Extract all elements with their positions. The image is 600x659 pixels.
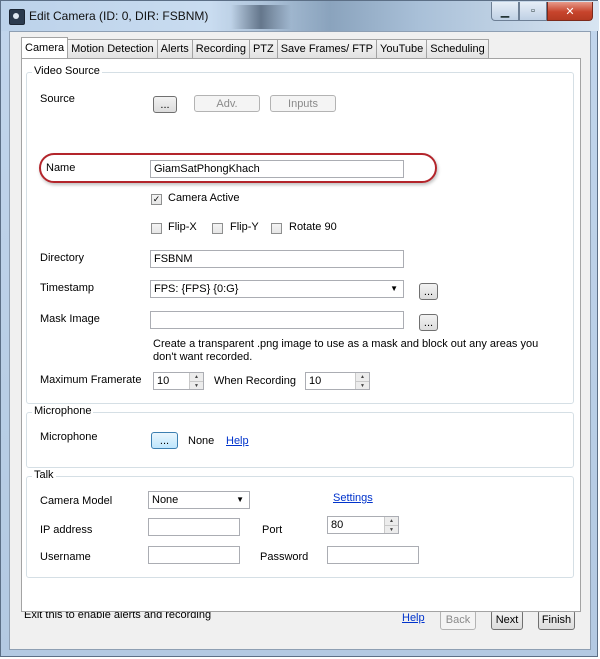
- talk-legend: Talk: [32, 469, 56, 481]
- max-framerate-spin[interactable]: ▲ ▼: [189, 373, 203, 389]
- port-spin[interactable]: ▲ ▼: [384, 517, 398, 533]
- max-framerate-label: Maximum Framerate: [40, 374, 142, 386]
- chevron-down-icon: ▼: [390, 284, 398, 293]
- name-input[interactable]: GiamSatPhongKhach: [150, 160, 404, 178]
- back-button[interactable]: Back: [440, 610, 476, 630]
- spin-up-icon[interactable]: ▲: [385, 517, 398, 526]
- name-label: Name: [46, 162, 76, 174]
- tab-camera[interactable]: Camera: [21, 37, 69, 58]
- next-button[interactable]: Next: [491, 610, 523, 630]
- spin-down-icon[interactable]: ▼: [190, 382, 203, 390]
- tab-scheduling[interactable]: Scheduling: [426, 39, 489, 58]
- close-button[interactable]: ✕: [547, 2, 593, 21]
- max-framerate-value: 10: [157, 375, 170, 387]
- tab-motion-detection[interactable]: Motion Detection: [67, 39, 158, 58]
- microphone-help-link[interactable]: Help: [226, 435, 249, 447]
- spin-up-icon[interactable]: ▲: [356, 373, 369, 382]
- dialog-client: Camera Motion Detection Alerts Recording…: [9, 31, 591, 650]
- camera-tab-panel: Video Source Source ... Adv. Inputs Name…: [21, 58, 581, 612]
- camera-model-value: None: [152, 494, 179, 506]
- password-input[interactable]: [327, 546, 419, 564]
- port-value: 80: [331, 519, 344, 531]
- max-framerate-stepper[interactable]: 10 ▲ ▼: [153, 372, 204, 390]
- maximize-button[interactable]: ▫: [519, 2, 547, 21]
- microphone-value: None: [188, 435, 215, 447]
- when-recording-stepper[interactable]: 10 ▲ ▼: [305, 372, 370, 390]
- port-label: Port: [262, 524, 283, 536]
- microphone-legend: Microphone: [32, 405, 94, 417]
- when-recording-spin[interactable]: ▲ ▼: [355, 373, 369, 389]
- timestamp-label: Timestamp: [40, 282, 94, 294]
- camera-active-checkbox[interactable]: ✓: [151, 194, 162, 205]
- tab-strip: Camera Motion Detection Alerts Recording…: [21, 37, 489, 58]
- spin-up-icon[interactable]: ▲: [190, 373, 203, 382]
- password-label: Password: [260, 551, 309, 563]
- video-source-legend: Video Source: [32, 65, 102, 77]
- source-label: Source: [40, 93, 75, 105]
- microphone-browse-button[interactable]: ...: [151, 432, 178, 449]
- port-stepper[interactable]: 80 ▲ ▼: [327, 516, 399, 534]
- mask-image-label: Mask Image: [40, 313, 100, 325]
- timestamp-value: FPS: {FPS} {0:G}: [154, 283, 239, 295]
- rotate-90-label: Rotate 90: [289, 221, 337, 233]
- ip-address-label: IP address: [40, 524, 93, 536]
- mask-help-text: Create a transparent .png image to use a…: [153, 338, 539, 363]
- username-label: Username: [40, 551, 91, 563]
- flip-y-checkbox[interactable]: [212, 223, 223, 234]
- camera-active-label: Camera Active: [168, 192, 240, 204]
- spin-down-icon[interactable]: ▼: [356, 382, 369, 390]
- footer-help-link[interactable]: Help: [402, 612, 425, 624]
- when-recording-value: 10: [309, 375, 322, 387]
- mask-image-input[interactable]: [150, 311, 404, 329]
- ip-address-input[interactable]: [148, 518, 240, 536]
- inputs-button[interactable]: Inputs: [270, 95, 336, 112]
- mask-image-browse-button[interactable]: ...: [419, 314, 438, 331]
- window-controls: ▁ ▫ ✕: [491, 2, 593, 21]
- tab-save-frames-ftp[interactable]: Save Frames/ FTP: [276, 39, 378, 58]
- talk-settings-link[interactable]: Settings: [333, 492, 373, 504]
- source-browse-button[interactable]: ...: [153, 96, 177, 113]
- spin-down-icon[interactable]: ▼: [385, 526, 398, 534]
- tab-youtube[interactable]: YouTube: [376, 39, 428, 58]
- tab-ptz[interactable]: PTZ: [248, 39, 278, 58]
- tab-alerts[interactable]: Alerts: [156, 39, 193, 58]
- flip-x-checkbox[interactable]: [151, 223, 162, 234]
- titlebar-backdrop: [231, 5, 291, 29]
- rotate-90-checkbox[interactable]: [271, 223, 282, 234]
- window-title: Edit Camera (ID: 0, DIR: FSBNM): [29, 9, 209, 23]
- timestamp-browse-button[interactable]: ...: [419, 283, 438, 300]
- when-recording-label: When Recording: [214, 375, 296, 387]
- microphone-label: Microphone: [40, 431, 98, 443]
- app-icon: [9, 9, 25, 25]
- directory-label: Directory: [40, 252, 85, 264]
- edit-camera-window: Edit Camera (ID: 0, DIR: FSBNM) ▁ ▫ ✕ Ca…: [0, 0, 599, 657]
- tab-recording[interactable]: Recording: [191, 39, 250, 58]
- timestamp-select[interactable]: FPS: {FPS} {0:G} ▼: [150, 280, 404, 298]
- chevron-down-icon: ▼: [236, 495, 244, 504]
- camera-model-label: Camera Model: [40, 495, 113, 507]
- username-input[interactable]: [148, 546, 240, 564]
- title-bar: Edit Camera (ID: 0, DIR: FSBNM) ▁ ▫ ✕: [1, 1, 599, 31]
- camera-model-select[interactable]: None ▼: [148, 491, 250, 509]
- microphone-group: Microphone: [26, 405, 574, 468]
- flip-x-label: Flip-X: [168, 221, 197, 233]
- minimize-button[interactable]: ▁: [491, 2, 519, 21]
- finish-button[interactable]: Finish: [538, 610, 575, 630]
- directory-input[interactable]: FSBNM: [150, 250, 404, 268]
- adv-button[interactable]: Adv.: [194, 95, 260, 112]
- flip-y-label: Flip-Y: [230, 221, 259, 233]
